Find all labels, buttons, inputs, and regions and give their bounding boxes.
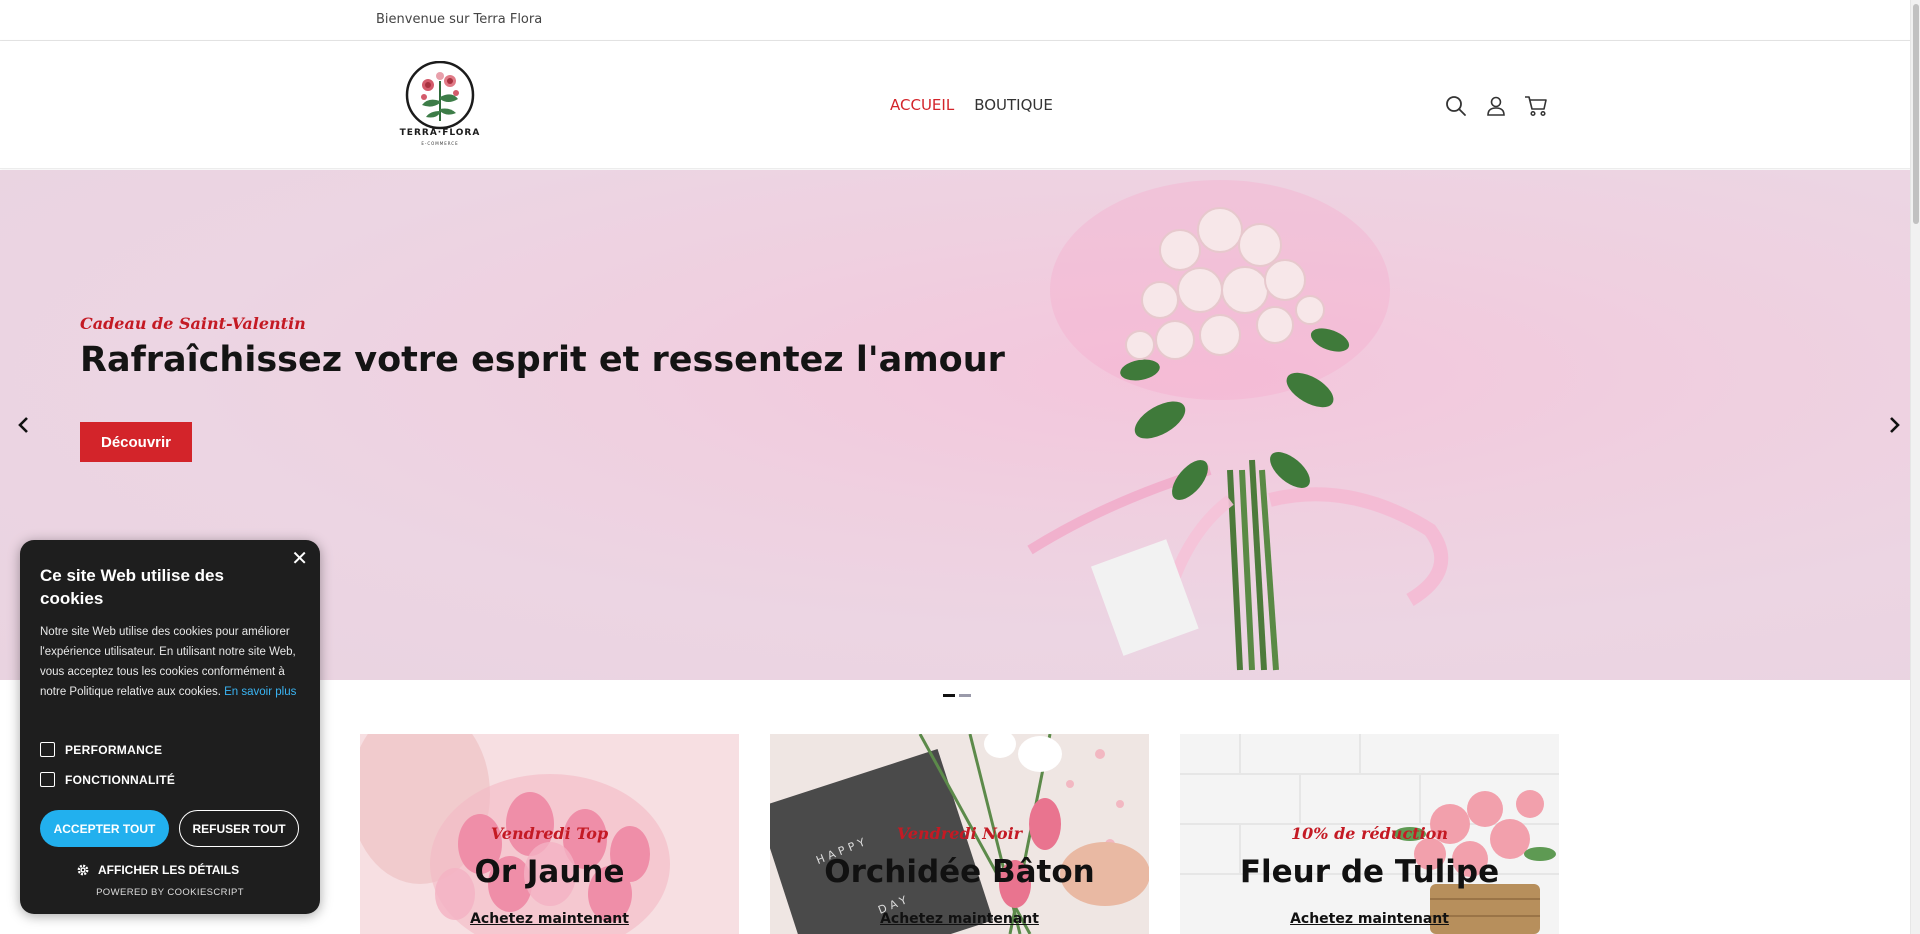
page-scrollbar[interactable] — [1910, 0, 1920, 934]
top-bar: Bienvenue sur Terra Flora — [0, 0, 1920, 41]
scrollbar-thumb[interactable] — [1913, 4, 1919, 224]
cookie-title: Ce site Web utilise des cookies — [40, 566, 224, 608]
shop-now-link[interactable]: Achetez maintenant — [770, 911, 1149, 927]
nav-item-boutique[interactable]: BOUTIQUE — [974, 96, 1053, 114]
checkbox-icon[interactable] — [40, 742, 55, 757]
promo-card-orchidee-baton[interactable]: HAPPY DAY Vendredi Noir Orchidée Bâton A… — [770, 734, 1149, 934]
slider-next-button[interactable] — [1884, 412, 1904, 438]
promo-card-or-jaune[interactable]: Vendredi Top Or Jaune Achetez maintenant — [360, 734, 739, 934]
main-nav: ACCUEIL BOUTIQUE — [890, 96, 1053, 114]
header-actions — [1443, 93, 1549, 119]
slider-dot-2[interactable] — [959, 694, 971, 697]
card-title: Orchidée Bâton — [824, 854, 1095, 890]
card-label: 10% de réduction — [1291, 824, 1448, 843]
chevron-right-icon — [1890, 417, 1900, 433]
slider-prev-button[interactable] — [14, 412, 34, 438]
logo-emblem-icon — [405, 61, 475, 130]
shop-now-link[interactable]: Achetez maintenant — [1180, 911, 1559, 927]
learn-more-link[interactable]: En savoir plus — [224, 686, 296, 698]
slider-dot-1[interactable] — [943, 694, 955, 697]
shop-now-link[interactable]: Achetez maintenant — [360, 911, 739, 927]
logo-text: TERRA·FLORA — [399, 128, 481, 138]
search-icon[interactable] — [1443, 93, 1469, 119]
gear-icon — [77, 864, 89, 876]
card-label: Vendredi Noir — [896, 824, 1023, 843]
logo-tagline: E-COMMERCE — [421, 141, 459, 146]
hero-eyebrow: Cadeau de Saint-Valentin — [80, 314, 306, 333]
checkbox-icon[interactable] — [40, 772, 55, 787]
hero-title: Rafraîchissez votre esprit et ressentez … — [80, 340, 1005, 380]
functionality-checkbox[interactable]: FONCTIONNALITÉ — [40, 772, 175, 787]
discover-button[interactable]: Découvrir — [80, 422, 192, 462]
checkbox-label: FONCTIONNALITÉ — [65, 772, 176, 787]
checkbox-label: PERFORMANCE — [65, 742, 163, 757]
logo[interactable]: TERRA·FLORA E-COMMERCE — [398, 61, 482, 147]
show-details-label: AFFICHER LES DÉTAILS — [98, 863, 240, 877]
performance-checkbox[interactable]: PERFORMANCE — [40, 742, 162, 757]
nav-item-accueil[interactable]: ACCUEIL — [890, 96, 954, 114]
rose-bouquet-image — [1027, 180, 1449, 671]
cookie-description: Notre site Web utilise des cookies pour … — [40, 622, 305, 702]
accept-all-button[interactable]: ACCEPTER TOUT — [40, 810, 169, 847]
site-header: TERRA·FLORA E-COMMERCE ACCUEIL BOUTIQUE — [0, 41, 1920, 169]
card-label: Vendredi Top — [490, 824, 609, 843]
refuse-all-button[interactable]: REFUSER TOUT — [179, 810, 299, 847]
slider-dots — [943, 694, 971, 697]
card-title: Fleur de Tulipe — [1239, 854, 1500, 890]
chevron-left-icon — [18, 417, 28, 433]
powered-by-text[interactable]: POWERED BY COOKIESCRIPT — [20, 887, 320, 898]
show-details-button[interactable]: AFFICHER LES DÉTAILS — [76, 863, 239, 877]
promo-card-fleur-de-tulipe[interactable]: 10% de réduction Fleur de Tulipe Achetez… — [1180, 734, 1559, 934]
close-icon[interactable]: ✕ — [291, 548, 308, 568]
user-icon[interactable] — [1483, 93, 1509, 119]
welcome-text: Bienvenue sur Terra Flora — [376, 12, 543, 27]
cookie-consent-dialog: ✕ Ce site Web utilise des cookies Notre … — [20, 540, 320, 914]
card-title: Or Jaune — [474, 854, 625, 890]
promo-cards: Vendredi Top Or Jaune Achetez maintenant… — [360, 734, 1559, 934]
cart-icon[interactable] — [1523, 93, 1549, 119]
